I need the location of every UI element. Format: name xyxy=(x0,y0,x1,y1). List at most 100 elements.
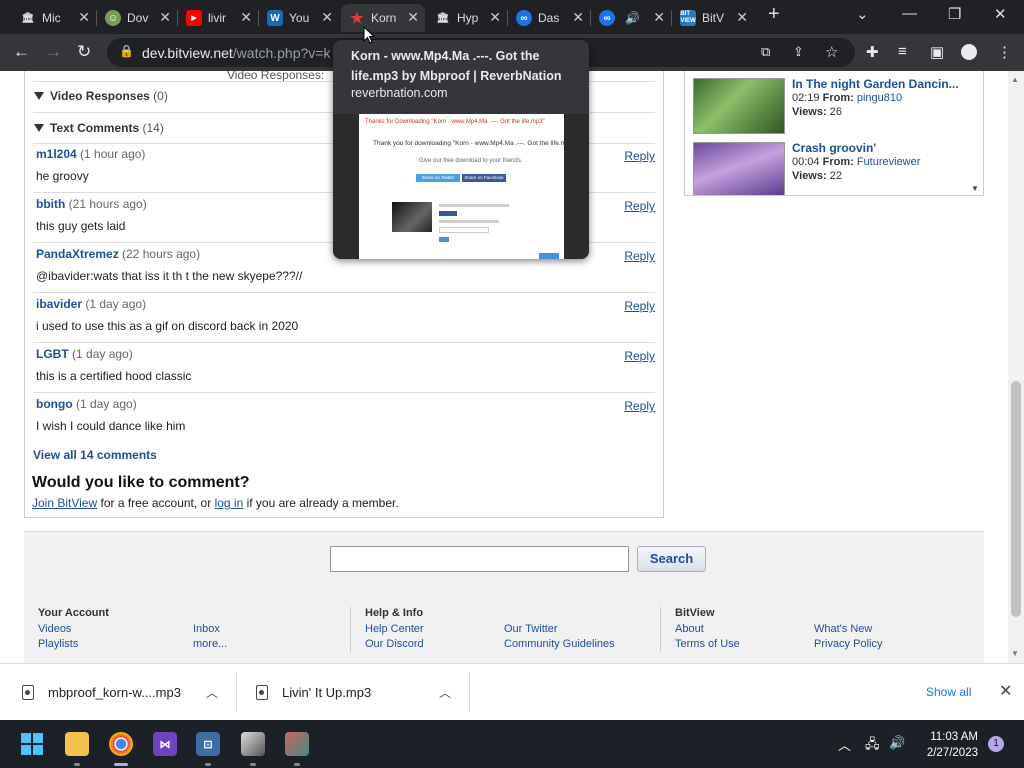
share-icon[interactable]: ⇪ xyxy=(793,44,804,60)
download-item[interactable]: Livin' It Up.mp3 xyxy=(256,664,371,721)
visual-studio-icon[interactable]: ⋈ xyxy=(153,732,177,756)
side-panel-icon[interactable]: ▣ xyxy=(930,43,944,61)
menu-dots-icon[interactable]: ⋮ xyxy=(997,43,1012,61)
speaker-icon[interactable]: 🔊 xyxy=(625,11,640,25)
back-icon[interactable]: ← xyxy=(13,42,30,62)
tab-9[interactable]: BIT VIEW BitV ✕ xyxy=(672,4,754,32)
windows-start-icon[interactable] xyxy=(20,732,44,756)
comment-user-link[interactable]: PandaXtremez xyxy=(36,247,119,261)
app-icon[interactable] xyxy=(285,732,309,756)
comment-user-link[interactable]: ibavider xyxy=(36,297,82,311)
chrome-icon[interactable] xyxy=(109,732,133,756)
footer-link[interactable]: About xyxy=(675,623,704,635)
tab-2[interactable]: ☺ Dov ✕ xyxy=(97,4,177,32)
reply-link[interactable]: Reply xyxy=(624,149,655,163)
tab-6[interactable]: 🏛 Hyp ✕ xyxy=(427,4,507,32)
tab-8[interactable]: ∞ 🔊 ✕ xyxy=(591,4,671,32)
close-download-shelf-icon[interactable]: ✕ xyxy=(999,681,1012,701)
reply-link[interactable]: Reply xyxy=(624,199,655,213)
footer-link[interactable]: Our Twitter xyxy=(504,623,558,635)
video-thumbnail[interactable] xyxy=(693,142,785,195)
minimize-icon[interactable]: — xyxy=(902,5,917,22)
scroll-up-arrow-icon[interactable]: ▲ xyxy=(1011,75,1019,84)
reply-link[interactable]: Reply xyxy=(624,249,655,263)
show-all-downloads-link[interactable]: Show all xyxy=(926,685,971,699)
uploader-link[interactable]: Futureviewer xyxy=(857,156,921,168)
forward-icon[interactable]: → xyxy=(45,42,62,62)
footer-link[interactable]: Privacy Policy xyxy=(814,638,882,650)
close-tab-icon[interactable]: ✕ xyxy=(736,9,748,26)
app-icon[interactable] xyxy=(241,732,265,756)
tab-3[interactable]: ▶ livir ✕ xyxy=(178,4,258,32)
footer-link[interactable]: Terms of Use xyxy=(675,638,740,650)
related-video-title[interactable]: In The night Garden Dancin... xyxy=(792,77,959,91)
page-scrollbar[interactable]: ▲ ▼ xyxy=(1008,71,1024,663)
search-button[interactable]: Search xyxy=(637,546,706,572)
file-explorer-icon[interactable] xyxy=(65,732,89,756)
login-link[interactable]: log in xyxy=(215,496,244,510)
media-control-icon[interactable]: ≡ xyxy=(898,43,907,60)
join-bitview-link[interactable]: Join BitView xyxy=(32,496,97,510)
video-responses-header[interactable]: Video Responses (0) xyxy=(34,89,168,103)
bitview-icon: BIT VIEW xyxy=(680,10,696,26)
hover-card-preview: Thanks for Downloading "Korn - www.Mp4.M… xyxy=(333,114,589,259)
view-all-comments-link[interactable]: View all 14 comments xyxy=(33,448,157,462)
volume-icon[interactable]: 🔊 xyxy=(889,735,905,751)
footer-link[interactable]: Videos xyxy=(38,623,71,635)
new-tab-icon[interactable]: + xyxy=(768,3,780,26)
extensions-icon[interactable]: ✚ xyxy=(866,43,879,61)
reload-icon[interactable]: ↻ xyxy=(77,42,91,62)
tray-chevron-icon[interactable]: ︿ xyxy=(838,735,851,754)
footer-link[interactable]: Playlists xyxy=(38,638,78,650)
related-scrollbar[interactable]: ▼ xyxy=(971,71,981,195)
close-tab-icon[interactable]: ✕ xyxy=(572,9,584,26)
footer-link[interactable]: Help Center xyxy=(365,623,424,635)
close-tab-icon[interactable]: ✕ xyxy=(240,9,252,26)
close-tab-icon[interactable]: ✕ xyxy=(321,9,333,26)
footer-link[interactable]: What's New xyxy=(814,623,872,635)
reply-link[interactable]: Reply xyxy=(624,349,655,363)
footer-link[interactable]: Our Discord xyxy=(365,638,424,650)
text-comments-header[interactable]: Text Comments (14) xyxy=(34,121,164,135)
chevron-up-icon[interactable]: ︿ xyxy=(206,684,218,701)
reply-link[interactable]: Reply xyxy=(624,399,655,413)
bookmark-star-icon[interactable]: ☆ xyxy=(825,43,838,61)
scroll-down-arrow-icon[interactable]: ▼ xyxy=(1011,649,1019,658)
video-thumbnail[interactable] xyxy=(693,78,785,134)
tab-4[interactable]: W You ✕ xyxy=(259,4,339,32)
scrollbar-thumb[interactable] xyxy=(1011,381,1021,617)
close-tab-icon[interactable]: ✕ xyxy=(653,9,665,26)
close-tab-icon[interactable]: ✕ xyxy=(78,9,90,26)
comment-user-link[interactable]: m1l204 xyxy=(36,147,77,161)
cast-icon[interactable]: ⧉ xyxy=(761,44,770,60)
tab-7[interactable]: ∞ Das ✕ xyxy=(508,4,590,32)
tab-search-chevron-icon[interactable]: ⌄ xyxy=(856,5,869,23)
footer-link[interactable]: Inbox xyxy=(193,623,220,635)
restore-icon[interactable]: ❐ xyxy=(948,5,961,23)
network-icon[interactable]: 🖧 xyxy=(865,735,880,757)
tab-5-active[interactable]: ★ Korn ✕ xyxy=(341,4,425,32)
notification-badge[interactable]: 1 xyxy=(988,736,1004,752)
system-clock[interactable]: 11:03 AM 2/27/2023 xyxy=(916,729,978,761)
comment-time: (21 hours ago) xyxy=(68,197,147,211)
close-tab-icon[interactable]: ✕ xyxy=(159,9,171,26)
footer-link[interactable]: Community Guidelines xyxy=(504,638,615,650)
related-video-title[interactable]: Crash groovin' xyxy=(792,141,876,155)
chevron-up-icon[interactable]: ︿ xyxy=(439,684,451,701)
search-input[interactable] xyxy=(330,546,629,572)
tab-1[interactable]: 🏛 Mic ✕ xyxy=(12,4,96,32)
app-icon[interactable]: ⊡ xyxy=(196,732,220,756)
lock-icon[interactable]: 🔒 xyxy=(119,44,134,58)
scroll-down-arrow-icon[interactable]: ▼ xyxy=(971,184,979,193)
close-tab-icon[interactable]: ✕ xyxy=(489,9,501,26)
window-close-icon[interactable]: ✕ xyxy=(994,5,1007,23)
footer-link[interactable]: more... xyxy=(193,638,227,650)
comment-user-link[interactable]: bbith xyxy=(36,197,65,211)
close-tab-icon[interactable]: ✕ xyxy=(407,9,419,26)
reply-link[interactable]: Reply xyxy=(624,299,655,313)
comment-user-link[interactable]: bongo xyxy=(36,397,73,411)
uploader-link[interactable]: pingu810 xyxy=(857,92,902,104)
download-item[interactable]: mbproof_korn-w....mp3 xyxy=(22,664,181,721)
profile-avatar-icon[interactable] xyxy=(961,44,977,60)
comment-user-link[interactable]: LGBT xyxy=(36,347,69,361)
